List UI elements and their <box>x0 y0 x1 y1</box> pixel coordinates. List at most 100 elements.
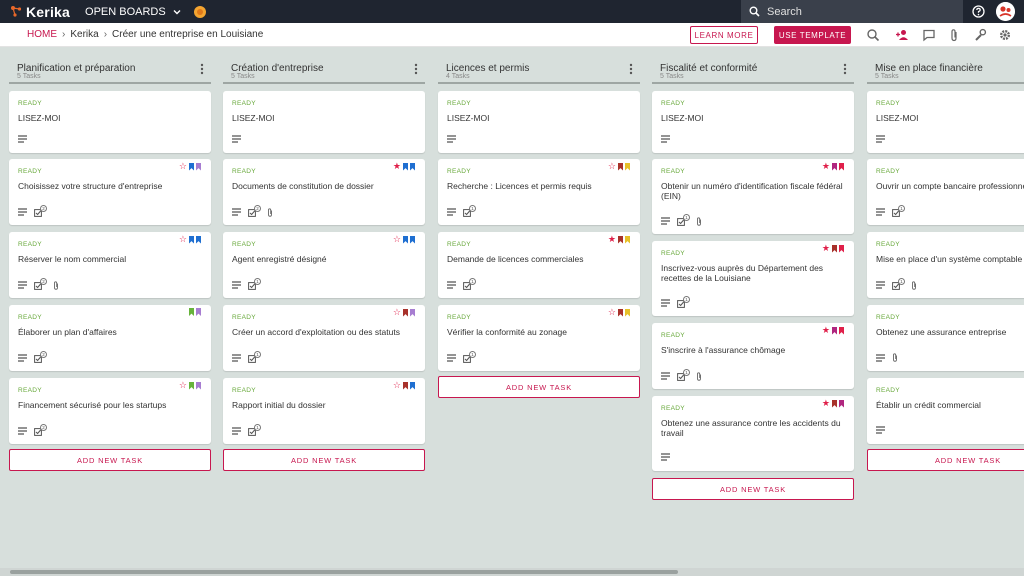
add-new-task-button[interactable]: ADD NEW TASK <box>867 449 1024 471</box>
horizontal-scrollbar[interactable] <box>0 568 1024 576</box>
more-vertical-icon[interactable] <box>840 62 850 76</box>
tag-bookmark-icon <box>832 162 837 171</box>
tag-bookmark-icon <box>625 162 630 171</box>
star-outline-icon[interactable]: ☆ <box>393 308 401 317</box>
task-card[interactable]: READY LISEZ-MOI <box>652 91 854 153</box>
star-filled-icon[interactable]: ★ <box>822 244 830 253</box>
checklist-icon: 1 <box>677 296 690 308</box>
task-card[interactable]: ☆ READY Agent enregistré désigné 1 <box>223 232 425 298</box>
star-filled-icon[interactable]: ★ <box>608 235 616 244</box>
add-person-icon[interactable] <box>895 28 909 42</box>
star-outline-icon[interactable]: ☆ <box>179 235 187 244</box>
wrench-icon[interactable] <box>973 28 987 42</box>
column-header: Création d'entreprise 5 Tasks <box>223 48 425 84</box>
checklist-icon: 2 <box>34 351 47 363</box>
task-card[interactable]: ★ READY Inscrivez-vous auprès du Départe… <box>652 241 854 316</box>
attachment-icon <box>697 371 701 381</box>
card-title: Obtenez une assurance entreprise <box>876 327 1007 337</box>
breadcrumb-home[interactable]: HOME <box>27 29 57 40</box>
task-card[interactable]: READY Obtenez une assurance entreprise <box>867 305 1024 371</box>
card-title: LISEZ-MOI <box>876 113 919 123</box>
task-card[interactable]: ☆ READY Financement sécurisé pour les st… <box>9 378 211 444</box>
card-status: READY <box>18 314 42 321</box>
user-avatar[interactable] <box>996 2 1015 21</box>
star-outline-icon[interactable]: ☆ <box>179 381 187 390</box>
task-card[interactable]: ★ READY Documents de constitution de dos… <box>223 159 425 225</box>
column-divider <box>652 82 854 84</box>
description-icon <box>18 135 27 143</box>
chat-icon[interactable] <box>922 28 936 42</box>
checklist-icon: 1 <box>463 351 476 363</box>
task-card[interactable]: ☆ READY Vérifier la conformité au zonage… <box>438 305 640 371</box>
learn-more-button[interactable]: LEARN MORE <box>690 26 758 44</box>
scrollbar-thumb[interactable] <box>10 570 678 574</box>
star-outline-icon[interactable]: ☆ <box>608 308 616 317</box>
star-filled-icon[interactable]: ★ <box>822 326 830 335</box>
task-card[interactable]: ☆ READY Recherche : Licences et permis r… <box>438 159 640 225</box>
search-input[interactable] <box>767 5 947 18</box>
add-new-task-button[interactable]: ADD NEW TASK <box>438 376 640 398</box>
task-card[interactable]: READY LISEZ-MOI <box>867 91 1024 153</box>
add-new-task-button[interactable]: ADD NEW TASK <box>652 478 854 500</box>
task-card[interactable]: ★ READY Obtenez une assurance contre les… <box>652 396 854 471</box>
search-icon[interactable] <box>866 28 880 42</box>
star-outline-icon[interactable]: ☆ <box>179 162 187 171</box>
tag-bookmark-icon <box>839 244 844 253</box>
task-card[interactable]: READY LISEZ-MOI <box>223 91 425 153</box>
star-filled-icon[interactable]: ★ <box>822 162 830 171</box>
star-outline-icon[interactable]: ☆ <box>393 381 401 390</box>
star-filled-icon[interactable]: ★ <box>822 399 830 408</box>
card-title: Recherche : Licences et permis requis <box>447 181 592 191</box>
task-card[interactable]: READY Mise en place d'un système comptab… <box>867 232 1024 298</box>
breadcrumb-parent[interactable]: Kerika <box>70 29 98 40</box>
card-icons: 2 <box>18 351 53 363</box>
task-card[interactable]: READY Ouvrir un compte bancaire professi… <box>867 159 1024 225</box>
card-status: READY <box>661 405 685 412</box>
more-vertical-icon[interactable] <box>197 62 207 76</box>
attachment-icon[interactable] <box>947 28 961 42</box>
help-icon[interactable] <box>972 5 985 18</box>
star-outline-icon[interactable]: ☆ <box>393 235 401 244</box>
task-card[interactable]: ☆ READY Rapport initial du dossier 1 <box>223 378 425 444</box>
tag-bookmark-icon <box>839 399 844 408</box>
more-vertical-icon[interactable] <box>411 62 421 76</box>
tag-bookmark-icon <box>189 308 194 316</box>
card-title: Réserver le nom commercial <box>18 254 127 264</box>
card-icons: 1 <box>232 278 267 290</box>
card-status: READY <box>876 314 900 321</box>
more-vertical-icon[interactable] <box>626 62 636 76</box>
add-new-task-button[interactable]: ADD NEW TASK <box>9 449 211 471</box>
task-card[interactable]: ☆ READY Créer un accord d'exploitation o… <box>223 305 425 371</box>
checklist-count: 1 <box>469 278 476 285</box>
task-card[interactable]: READY LISEZ-MOI <box>9 91 211 153</box>
star-outline-icon[interactable]: ☆ <box>608 162 616 171</box>
use-template-button[interactable]: USE TEMPLATE <box>774 26 851 44</box>
add-new-task-button[interactable]: ADD NEW TASK <box>223 449 425 471</box>
search-box[interactable] <box>741 0 963 23</box>
status-indicator-icon[interactable] <box>193 5 206 18</box>
card-icons: 1 <box>232 424 267 436</box>
star-filled-icon[interactable]: ★ <box>393 162 401 171</box>
description-icon <box>232 135 241 143</box>
task-card[interactable]: ☆ READY Choisissez votre structure d'ent… <box>9 159 211 225</box>
open-boards-menu[interactable]: OPEN BOARDS <box>85 6 182 18</box>
card-icons: 2 <box>232 205 280 217</box>
task-card[interactable]: ☆ READY Réserver le nom commercial 2 <box>9 232 211 298</box>
tag-bookmark-icon <box>403 162 408 171</box>
description-icon <box>661 299 670 307</box>
tag-bookmark-icon <box>196 308 201 316</box>
logo[interactable]: Kerika <box>10 4 70 20</box>
task-card[interactable]: ★ READY Obtenir un numéro d'identificati… <box>652 159 854 234</box>
gear-icon[interactable] <box>998 28 1012 42</box>
task-card[interactable]: READY LISEZ-MOI <box>438 91 640 153</box>
card-status: READY <box>18 387 42 394</box>
card-status: READY <box>447 168 471 175</box>
task-card[interactable]: READY Établir un crédit commercial <box>867 378 1024 444</box>
task-card[interactable]: ★ READY Demande de licences commerciales… <box>438 232 640 298</box>
card-status: READY <box>661 332 685 339</box>
column-divider <box>438 82 640 84</box>
checklist-icon: 1 <box>248 424 261 436</box>
card-status: READY <box>18 241 42 248</box>
task-card[interactable]: READY Élaborer un plan d'affaires 2 <box>9 305 211 371</box>
task-card[interactable]: ★ READY S'inscrire à l'assurance chômage… <box>652 323 854 389</box>
